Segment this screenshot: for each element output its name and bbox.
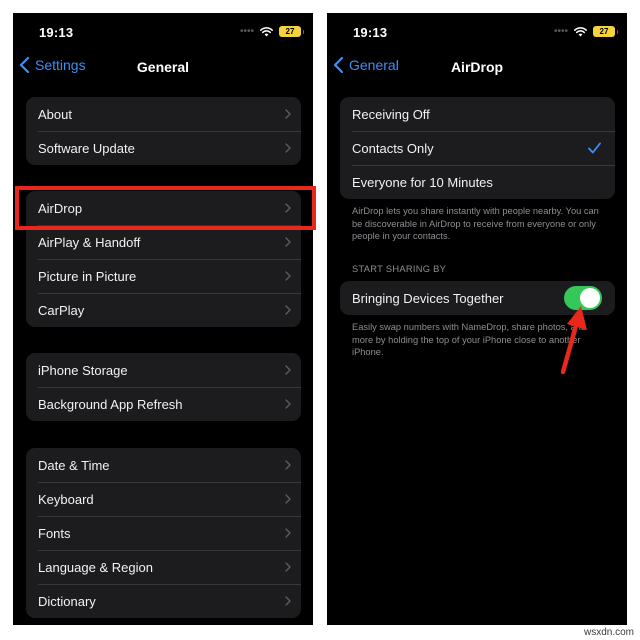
option-label: Contacts Only xyxy=(352,140,434,156)
toggle-label: Bringing Devices Together xyxy=(352,290,504,306)
option-receiving-off[interactable]: Receiving Off xyxy=(340,97,615,131)
settings-group-connectivity: AirDrop AirPlay & Handoff Picture in Pic… xyxy=(26,191,301,327)
chevron-right-icon xyxy=(285,143,291,153)
row-label: Picture in Picture xyxy=(38,268,137,284)
nav-bar: Settings General xyxy=(13,55,313,79)
cellular-signal-icon: •••• xyxy=(553,25,568,37)
status-icons: •••• 27 xyxy=(553,25,618,37)
chevron-left-icon xyxy=(333,57,344,73)
section-header-start-sharing: START SHARING BY xyxy=(352,264,447,274)
battery-icon: 27 xyxy=(279,26,304,37)
watermark: wsxdn.com xyxy=(583,627,634,638)
row-label: CarPlay xyxy=(38,302,85,318)
chevron-right-icon xyxy=(285,305,291,315)
wifi-icon xyxy=(574,26,587,36)
settings-row-keyboard[interactable]: Keyboard xyxy=(26,482,301,516)
chevron-right-icon xyxy=(285,494,291,504)
cellular-signal-icon: •••• xyxy=(239,25,254,37)
settings-row-dictionary[interactable]: Dictionary xyxy=(26,584,301,618)
chevron-right-icon xyxy=(285,109,291,119)
row-label: Dictionary xyxy=(38,593,96,609)
chevron-right-icon xyxy=(285,399,291,409)
row-label: iPhone Storage xyxy=(38,362,128,378)
settings-row-about[interactable]: About xyxy=(26,97,301,131)
nav-bar: General AirDrop xyxy=(327,55,627,79)
status-bar: 19:13 •••• 27 xyxy=(327,13,627,49)
bringing-devices-together-toggle[interactable] xyxy=(564,286,602,310)
toggle-knob xyxy=(580,288,600,308)
settings-row-software-update[interactable]: Software Update xyxy=(26,131,301,165)
row-label: About xyxy=(38,106,72,122)
option-label: Receiving Off xyxy=(352,106,430,122)
chevron-right-icon xyxy=(285,562,291,572)
chevron-right-icon xyxy=(285,528,291,538)
option-everyone-10-minutes[interactable]: Everyone for 10 Minutes xyxy=(340,165,615,199)
namedrop-footnote: Easily swap numbers with NameDrop, share… xyxy=(352,322,587,358)
settings-row-language-region[interactable]: Language & Region xyxy=(26,550,301,584)
status-bar: 19:13 •••• 27 xyxy=(13,13,313,49)
receiving-footnote: AirDrop lets you share instantly with pe… xyxy=(352,206,599,242)
back-button-general[interactable]: General xyxy=(333,57,399,73)
status-icons: •••• 27 xyxy=(239,25,304,37)
settings-group-about: About Software Update xyxy=(26,97,301,165)
row-label: AirDrop xyxy=(38,200,83,216)
settings-row-airdrop[interactable]: AirDrop xyxy=(26,191,301,225)
chevron-left-icon xyxy=(19,57,30,73)
wifi-icon xyxy=(260,26,273,36)
settings-row-airplay-handoff[interactable]: AirPlay & Handoff xyxy=(26,225,301,259)
settings-row-fonts[interactable]: Fonts xyxy=(26,516,301,550)
chevron-right-icon xyxy=(285,460,291,470)
chevron-right-icon xyxy=(285,596,291,606)
settings-row-background-app-refresh[interactable]: Background App Refresh xyxy=(26,387,301,421)
settings-group-storage: iPhone Storage Background App Refresh xyxy=(26,353,301,421)
chevron-right-icon xyxy=(285,203,291,213)
row-label: Background App Refresh xyxy=(38,396,183,412)
back-button-settings[interactable]: Settings xyxy=(19,57,86,73)
status-time: 19:13 xyxy=(39,25,74,40)
option-label: Everyone for 10 Minutes xyxy=(352,174,493,190)
settings-row-picture-in-picture[interactable]: Picture in Picture xyxy=(26,259,301,293)
settings-row-carplay[interactable]: CarPlay xyxy=(26,293,301,327)
row-label: Software Update xyxy=(38,140,135,156)
chevron-right-icon xyxy=(285,365,291,375)
setting-row-bringing-devices-together: Bringing Devices Together xyxy=(340,281,615,315)
row-label: Date & Time xyxy=(38,457,110,473)
phone-screen-general: 19:13 •••• 27 Settings General About Sof… xyxy=(13,13,313,625)
settings-row-date-time[interactable]: Date & Time xyxy=(26,448,301,482)
phone-screen-airdrop: 19:13 •••• 27 General AirDrop Receiving … xyxy=(327,13,627,625)
receiving-options-group: Receiving Off Contacts Only Everyone for… xyxy=(340,97,615,199)
settings-group-locale: Date & Time Keyboard Fonts Language & Re… xyxy=(26,448,301,618)
back-label: General xyxy=(349,57,399,73)
option-contacts-only[interactable]: Contacts Only xyxy=(340,131,615,165)
status-time: 19:13 xyxy=(353,25,388,40)
checkmark-icon xyxy=(588,142,601,154)
battery-icon: 27 xyxy=(593,26,618,37)
chevron-right-icon xyxy=(285,237,291,247)
row-label: Language & Region xyxy=(38,559,153,575)
row-label: AirPlay & Handoff xyxy=(38,234,141,250)
settings-row-iphone-storage[interactable]: iPhone Storage xyxy=(26,353,301,387)
back-label: Settings xyxy=(35,57,86,73)
row-label: Keyboard xyxy=(38,491,94,507)
row-label: Fonts xyxy=(38,525,71,541)
chevron-right-icon xyxy=(285,271,291,281)
start-sharing-group: Bringing Devices Together xyxy=(340,281,615,315)
